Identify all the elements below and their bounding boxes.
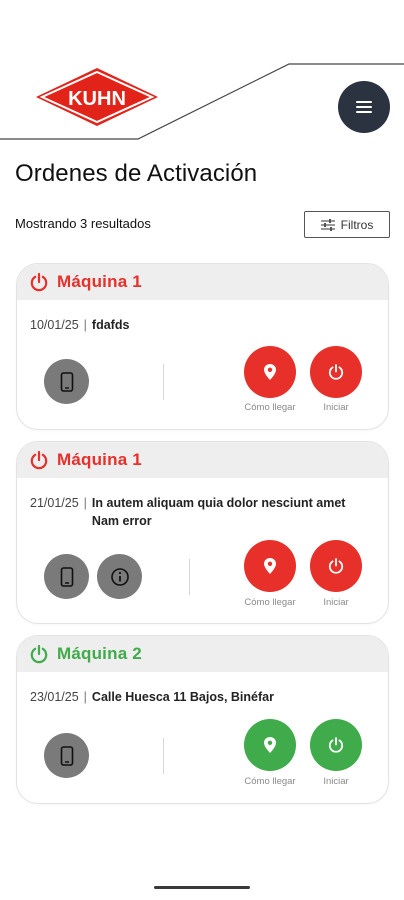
action-divider <box>163 738 164 774</box>
activation-card: Máquina 1 21/01/25 | In autem aliquam qu… <box>16 441 389 624</box>
start-label: Iniciar <box>323 402 349 413</box>
separator: | <box>83 690 87 704</box>
card-date: 10/01/25 <box>30 318 79 332</box>
card-info: 23/01/25 | Calle Huesca 11 Bajos, Binéfa… <box>17 672 388 706</box>
info-icon <box>110 567 129 586</box>
start-button[interactable] <box>310 346 362 398</box>
separator: | <box>83 496 87 510</box>
card-title: Máquina 1 <box>57 272 142 291</box>
menu-icon <box>356 101 372 113</box>
power-icon <box>30 272 48 292</box>
start-label: Iniciar <box>323 776 349 787</box>
card-title: Máquina 1 <box>57 450 142 469</box>
filter-label: Filtros <box>340 217 374 232</box>
start-button[interactable] <box>310 719 362 771</box>
card-header: Máquina 1 <box>17 264 388 300</box>
phone-button[interactable] <box>44 733 89 778</box>
phone-icon <box>60 566 73 587</box>
logo-text: KUHN <box>68 88 126 110</box>
directions-button[interactable] <box>244 346 296 398</box>
card-date: 21/01/25 <box>30 496 79 510</box>
activation-card: Máquina 1 10/01/25 | fdafds Cómo llegar … <box>16 263 389 430</box>
page-title: Ordenes de Activación <box>15 160 258 187</box>
info-button[interactable] <box>97 554 142 599</box>
phone-button[interactable] <box>44 554 89 599</box>
card-header: Máquina 2 <box>17 636 388 672</box>
filter-button[interactable]: Filtros <box>304 211 390 238</box>
power-icon <box>30 450 48 470</box>
activation-card: Máquina 2 23/01/25 | Calle Huesca 11 Baj… <box>16 635 389 804</box>
start-label: Iniciar <box>323 597 349 608</box>
card-header: Máquina 1 <box>17 442 388 478</box>
directions-button[interactable] <box>244 540 296 592</box>
power-icon <box>328 364 344 380</box>
card-info: 21/01/25 | In autem aliquam quia dolor n… <box>17 478 388 530</box>
app-header: KUHN <box>0 0 404 145</box>
card-description: In autem aliquam quia dolor nesciunt ame… <box>91 496 346 528</box>
card-description: fdafds <box>91 318 130 332</box>
location-pin-icon <box>264 737 276 753</box>
card-info: 10/01/25 | fdafds <box>17 300 388 334</box>
location-pin-icon <box>264 558 276 574</box>
separator: | <box>83 318 87 332</box>
phone-button[interactable] <box>44 359 89 404</box>
card-date: 23/01/25 <box>30 690 79 704</box>
card-description: Calle Huesca 11 Bajos, Binéfar <box>91 690 274 704</box>
power-icon <box>328 737 344 753</box>
results-count: Mostrando 3 resultados <box>15 216 151 231</box>
location-pin-icon <box>264 364 276 380</box>
home-indicator[interactable] <box>154 886 250 889</box>
action-divider <box>189 559 190 595</box>
start-button[interactable] <box>310 540 362 592</box>
phone-icon <box>60 745 73 766</box>
power-icon <box>328 558 344 574</box>
power-icon <box>30 644 48 664</box>
action-divider <box>163 364 164 400</box>
directions-button[interactable] <box>244 719 296 771</box>
filter-sliders-icon <box>320 218 335 231</box>
card-title: Máquina 2 <box>57 644 142 663</box>
menu-button[interactable] <box>338 81 390 133</box>
kuhn-logo: KUHN <box>36 68 158 126</box>
phone-icon <box>60 371 73 392</box>
